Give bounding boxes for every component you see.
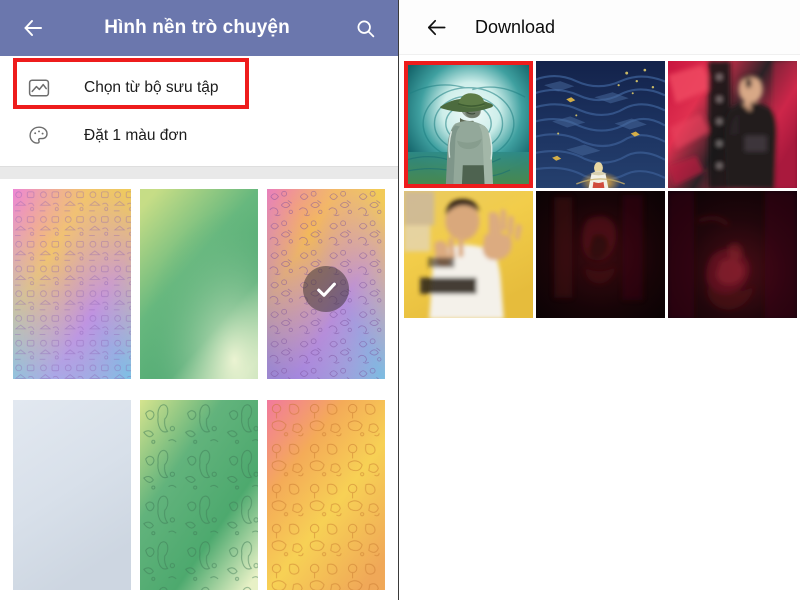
wallpaper-art-5: [140, 400, 258, 591]
download-image-selected[interactable]: [404, 61, 533, 188]
option-label-solid-color: Đặt 1 màu đơn: [84, 127, 188, 144]
wallpaper-thumbnail[interactable]: [140, 400, 258, 600]
image-picture-icon: [26, 75, 52, 101]
option-set-solid-color[interactable]: Đặt 1 màu đơn: [0, 112, 398, 160]
dark-red-silhouette-photo: [536, 191, 665, 318]
back-arrow-icon[interactable]: [16, 11, 50, 45]
download-image[interactable]: [668, 61, 797, 188]
wallpaper-thumbnail[interactable]: [267, 400, 385, 600]
wallpaper-art-2: [140, 189, 258, 380]
wallpaper-thumbnail[interactable]: [13, 400, 131, 600]
wallpaper-appbar: Hình nền trò chuyện: [0, 0, 398, 56]
wallpaper-thumbnail-selected[interactable]: [267, 189, 385, 389]
person-waving-hand-yellow-photo: [404, 191, 533, 318]
check-icon: [303, 266, 349, 312]
option-choose-from-gallery[interactable]: Chọn từ bộ sưu tập: [0, 64, 398, 112]
section-divider: [0, 166, 398, 179]
download-appbar: Download: [399, 0, 800, 55]
wallpaper-art-4: [13, 400, 131, 591]
download-image[interactable]: [536, 61, 665, 188]
download-image-grid: [399, 55, 800, 318]
wallpaper-thumbnail[interactable]: [13, 189, 131, 389]
download-image[interactable]: [668, 191, 797, 318]
back-arrow-icon[interactable]: [421, 12, 451, 42]
chat-wallpaper-panel: Hình nền trò chuyện Chọn từ bộ sưu tập Đ…: [0, 0, 399, 600]
wallpaper-art-1: [13, 189, 131, 380]
dual-panel-screenshot: Hình nền trò chuyện Chọn từ bộ sưu tập Đ…: [0, 0, 800, 600]
download-image[interactable]: [404, 191, 533, 318]
color-palette-icon: [26, 123, 52, 149]
dark-red-dancer-photo: [668, 191, 797, 318]
download-image[interactable]: [536, 191, 665, 318]
wallpaper-options-list: Chọn từ bộ sưu tập Đặt 1 màu đơn: [0, 56, 398, 160]
page-title: Hình nền trò chuyện: [104, 17, 290, 38]
wallpaper-thumbnail-grid: [0, 179, 398, 600]
download-title: Download: [475, 16, 556, 37]
wallpaper-art-6: [267, 400, 385, 591]
download-gallery-panel: Download: [399, 0, 800, 600]
search-icon[interactable]: [348, 11, 382, 45]
man-in-wide-brim-hat-illustration: [408, 65, 529, 184]
wallpaper-thumbnail[interactable]: [140, 189, 258, 389]
option-label-gallery: Chọn từ bộ sưu tập: [84, 79, 219, 96]
blue-maze-lantern-illustration: [536, 61, 665, 188]
singer-on-red-stage-photo: [668, 61, 797, 188]
